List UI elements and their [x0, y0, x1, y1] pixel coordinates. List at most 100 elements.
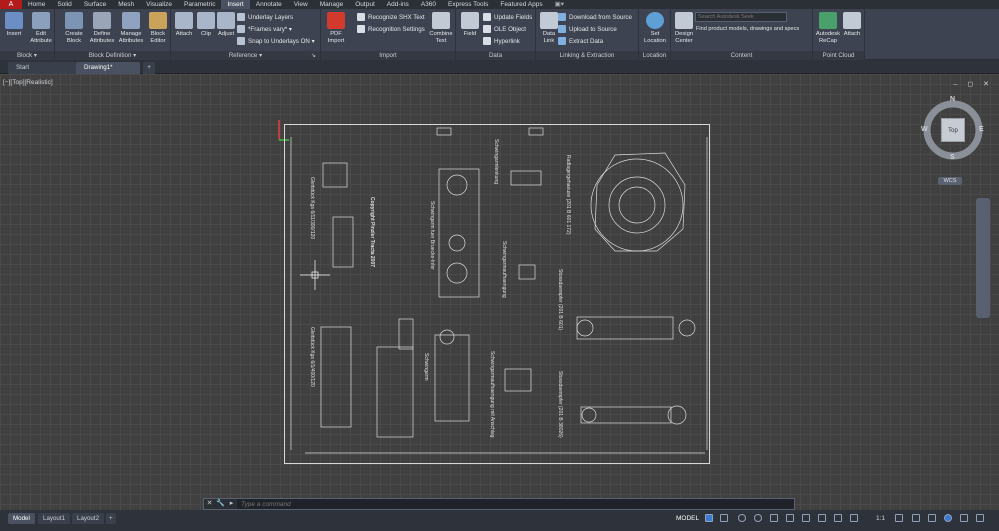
- compass-west[interactable]: W: [921, 126, 928, 133]
- drawing-viewport[interactable]: [−][Top][Realistic] – ◻ ✕ Copyright Pinz…: [0, 74, 999, 510]
- command-input[interactable]: [237, 499, 794, 509]
- workspace-gear-icon[interactable]: [895, 514, 903, 522]
- block-definition-footer[interactable]: Block Definition ▾: [55, 51, 170, 60]
- attach-icon: [175, 12, 193, 29]
- snap-underlays-dropdown[interactable]: Snap to Underlays ON ▾: [237, 36, 315, 47]
- ribbon: Insert Edit Attribute Block ▾ Create Blo…: [0, 9, 999, 60]
- viewcube-top-face[interactable]: Top: [941, 118, 965, 142]
- menu-tab-home[interactable]: Home: [22, 0, 51, 9]
- combine-text-button[interactable]: Combine Text: [428, 12, 454, 44]
- block-panel-footer[interactable]: Block ▾: [0, 51, 54, 60]
- grid-icon[interactable]: [705, 514, 713, 522]
- manage-attributes-button[interactable]: Manage Attributes: [118, 12, 144, 44]
- label-schwingarm-bruecke: Schwingarm fuer Bruecke-Infer: [429, 201, 435, 270]
- compass-north[interactable]: N: [950, 96, 955, 103]
- ortho-icon[interactable]: [738, 514, 746, 522]
- command-settings-icon[interactable]: 🔧: [215, 499, 226, 509]
- selection-cycling-icon[interactable]: [834, 514, 842, 522]
- annotation-visibility-icon[interactable]: [850, 514, 858, 522]
- polar-icon[interactable]: [754, 514, 762, 522]
- menu-tab-annotate[interactable]: Annotate: [250, 0, 288, 9]
- viewport-window-controls[interactable]: – ◻ ✕: [954, 80, 993, 88]
- isolate-objects-icon[interactable]: [944, 514, 952, 522]
- hyperlink-button[interactable]: Hyperlink: [483, 36, 520, 47]
- edit-attribute-button[interactable]: Edit Attribute: [28, 12, 54, 44]
- menu-tab-a360[interactable]: A360: [415, 0, 442, 9]
- download-source-button[interactable]: Download from Source: [558, 12, 632, 23]
- wcs-menu[interactable]: WCS: [938, 177, 962, 185]
- recognize-shx-button[interactable]: Recognize SHX Text: [357, 12, 425, 23]
- menu-tab-manage[interactable]: Manage: [314, 0, 350, 9]
- close-command-icon[interactable]: ✕: [204, 499, 215, 509]
- recognition-settings-button[interactable]: Recognition Settings: [357, 24, 425, 35]
- define-attributes-button[interactable]: Define Attributes: [89, 12, 115, 44]
- field-button[interactable]: Field: [457, 12, 483, 38]
- layers-icon: [237, 13, 245, 22]
- frames-vary-dropdown[interactable]: *Frames vary* ▾: [237, 24, 292, 35]
- seek-search-input[interactable]: [695, 12, 787, 22]
- recent-commands-icon[interactable]: ▸: [226, 499, 237, 509]
- combine-text-icon: [432, 12, 450, 29]
- adjust-button[interactable]: Adjust: [213, 12, 239, 38]
- tab-start[interactable]: Start: [8, 62, 76, 74]
- tab-layout2[interactable]: Layout2: [72, 513, 105, 524]
- annotation-monitor-icon[interactable]: [912, 514, 920, 522]
- label-gleitstueck-2: Gleitstück Kgs 6/1/400/120: [309, 327, 315, 387]
- set-location-button[interactable]: Set Location: [642, 12, 668, 44]
- linking-panel: Data Link Download from Source Upload to…: [536, 9, 639, 60]
- upload-source-button[interactable]: Upload to Source: [558, 24, 617, 35]
- pdf-icon: [327, 12, 345, 29]
- extract-data-icon: [558, 37, 566, 46]
- create-block-button[interactable]: Create Block: [61, 12, 87, 44]
- menu-tab-featured-apps[interactable]: Featured Apps: [494, 0, 548, 9]
- otrack-icon[interactable]: [786, 514, 794, 522]
- new-tab-button[interactable]: +: [143, 62, 155, 74]
- adjust-icon: [217, 12, 235, 29]
- ole-object-button[interactable]: OLE Object: [483, 24, 526, 35]
- pdf-import-button[interactable]: PDF Import: [323, 12, 349, 44]
- point-cloud-attach-button[interactable]: Attach: [839, 12, 865, 38]
- insert-button[interactable]: Insert: [1, 12, 27, 38]
- clean-screen-icon[interactable]: [976, 514, 984, 522]
- design-center-button[interactable]: Design Center: [671, 12, 697, 44]
- menu-tab-surface[interactable]: Surface: [78, 0, 112, 9]
- reference-footer[interactable]: Reference ▾ ↘: [171, 51, 320, 60]
- navigation-bar[interactable]: [976, 198, 990, 318]
- menu-extra-dropdown[interactable]: ▣▾: [549, 0, 570, 9]
- model-space-button[interactable]: MODEL: [676, 513, 699, 524]
- menu-tab-solid[interactable]: Solid: [51, 0, 77, 9]
- add-layout-button[interactable]: +: [106, 513, 116, 524]
- insert-block-icon: [5, 12, 23, 29]
- recap-button[interactable]: Autodesk ReCap: [815, 12, 841, 44]
- reference-launcher-icon[interactable]: ↘: [311, 51, 316, 60]
- command-line: ✕ 🔧 ▸: [203, 498, 795, 510]
- menu-tab-output[interactable]: Output: [349, 0, 381, 9]
- tab-model[interactable]: Model: [8, 513, 35, 524]
- compass-south[interactable]: S: [950, 154, 955, 161]
- app-logo[interactable]: A: [0, 0, 22, 9]
- lineweight-icon[interactable]: [802, 514, 810, 522]
- menu-tab-parametric[interactable]: Parametric: [178, 0, 221, 9]
- block-definition-panel: Create Block Define Attributes Manage At…: [55, 9, 171, 60]
- tab-layout1[interactable]: Layout1: [38, 513, 71, 524]
- compass-east[interactable]: E: [979, 126, 984, 133]
- menu-tab-view[interactable]: View: [288, 0, 314, 9]
- tab-drawing1[interactable]: Drawing1*: [76, 62, 140, 74]
- osnap-icon[interactable]: [770, 514, 778, 522]
- snap-icon[interactable]: [720, 514, 728, 522]
- menu-tab-add-ins[interactable]: Add-ins: [381, 0, 415, 9]
- menu-tab-express-tools[interactable]: Express Tools: [442, 0, 494, 9]
- menu-tab-mesh[interactable]: Mesh: [112, 0, 140, 9]
- viewport-controls-label[interactable]: [−][Top][Realistic]: [3, 79, 53, 86]
- underlay-layers-button[interactable]: Underlay Layers: [237, 12, 293, 23]
- block-editor-button[interactable]: Block Editor: [145, 12, 171, 44]
- viewcube[interactable]: Top N S E W: [921, 96, 985, 161]
- update-fields-button[interactable]: Update Fields: [483, 12, 532, 23]
- units-icon[interactable]: [928, 514, 936, 522]
- menu-tab-insert[interactable]: Insert: [221, 0, 250, 9]
- menu-tab-visualize[interactable]: Visualize: [140, 0, 178, 9]
- annotation-scale[interactable]: 1:1: [876, 513, 885, 524]
- hardware-acceleration-icon[interactable]: [960, 514, 968, 522]
- extract-data-button[interactable]: Extract Data: [558, 36, 603, 47]
- transparency-icon[interactable]: [818, 514, 826, 522]
